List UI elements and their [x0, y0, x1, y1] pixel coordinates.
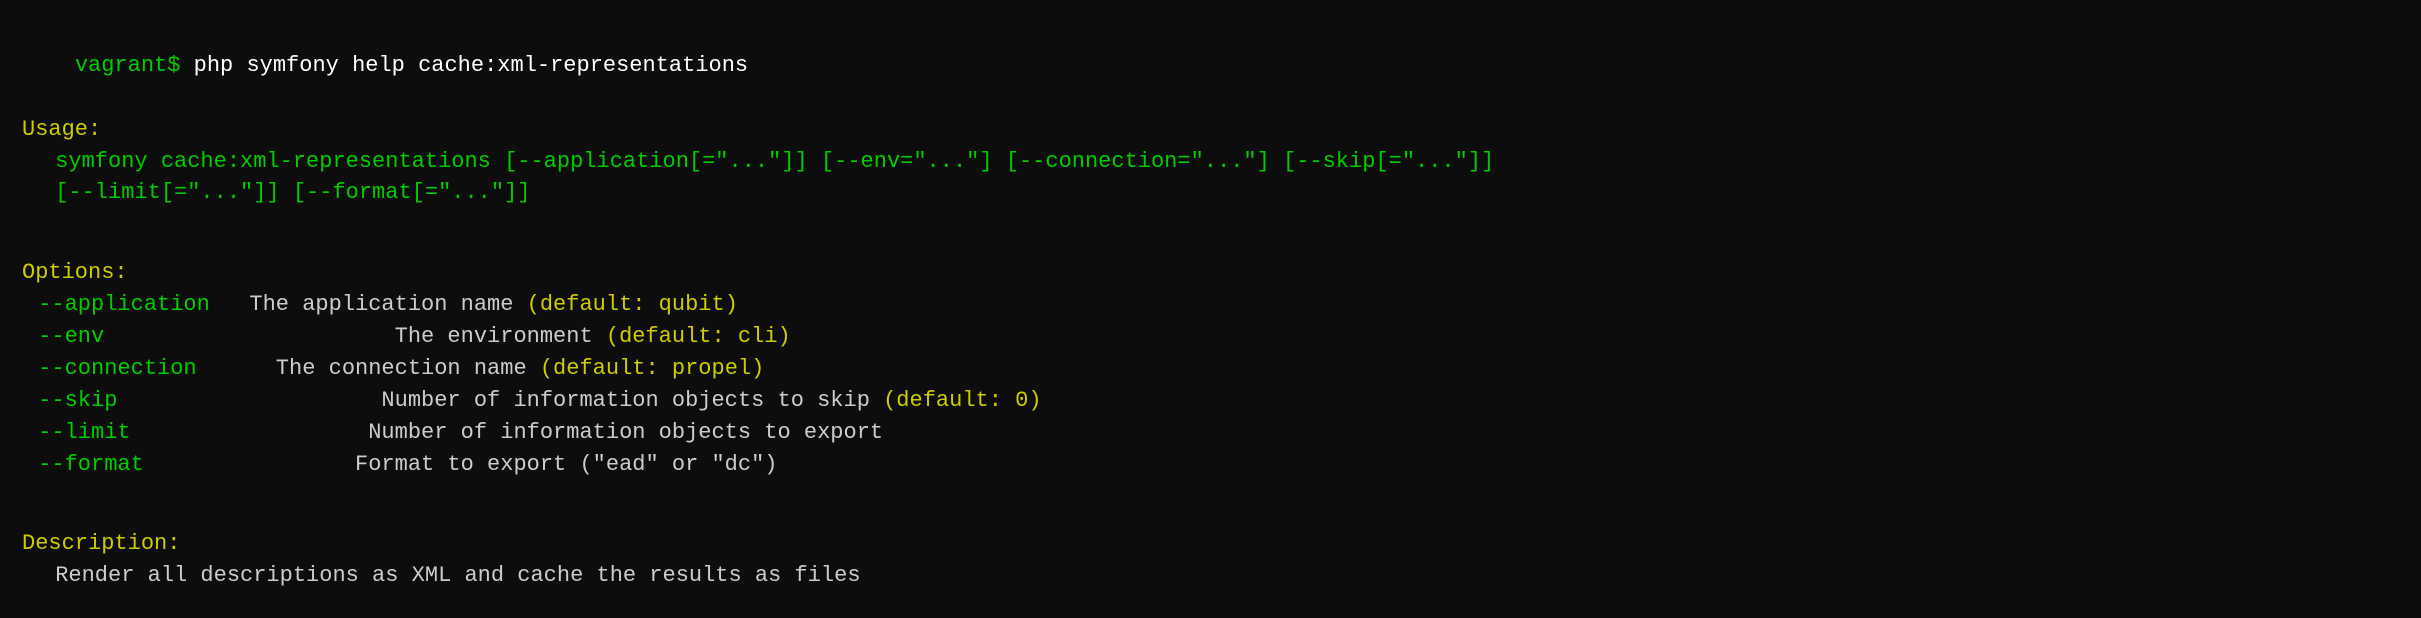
usage-section: Usage: symfony cache:xml-representations… — [22, 114, 2399, 210]
option-row: --connection The connection name (defaul… — [22, 353, 2399, 385]
description-section: Description: Render all descriptions as … — [22, 528, 2399, 592]
option-row: --env The environment (default: cli) — [22, 321, 2399, 353]
option-flag: --application — [23, 289, 223, 321]
prompt-text: vagrant$ — [75, 53, 181, 78]
option-desc: The connection name — [223, 353, 540, 385]
blank-line-2 — [22, 480, 2399, 512]
option-flag: --skip — [23, 385, 223, 417]
option-row: --skip Number of information objects to … — [22, 385, 2399, 417]
option-default: (default: propel) — [540, 353, 764, 385]
usage-label: Usage: — [22, 117, 101, 142]
blank-line-1 — [22, 209, 2399, 241]
option-row: --limit Number of information objects to… — [22, 417, 2399, 449]
description-text: Render all descriptions as XML and cache… — [22, 560, 2399, 592]
usage-line-1: symfony cache:xml-representations [--app… — [22, 146, 2399, 178]
option-row: --application The application name (defa… — [22, 289, 2399, 321]
option-row: --format Format to export ("ead" or "dc"… — [22, 449, 2399, 481]
option-desc: The environment — [223, 321, 606, 353]
option-flag: --env — [23, 321, 223, 353]
option-flag: --connection — [23, 353, 223, 385]
option-desc: The application name — [223, 289, 527, 321]
command-text: php symfony help cache:xml-representatio… — [180, 53, 748, 78]
terminal-window: vagrant$ php symfony help cache:xml-repr… — [22, 18, 2399, 592]
option-desc: Number of information objects to skip — [223, 385, 883, 417]
option-default: (default: cli) — [606, 321, 791, 353]
option-desc: Format to export ("ead" or "dc") — [223, 449, 778, 481]
options-label: Options: — [22, 257, 2399, 289]
usage-line-2: [--limit[="..."]] [--format[="..."]] — [22, 177, 2399, 209]
option-flag: --format — [23, 449, 223, 481]
options-list: --application The application name (defa… — [22, 289, 2399, 480]
option-default: (default: qubit) — [527, 289, 738, 321]
prompt-line: vagrant$ php symfony help cache:xml-repr… — [22, 18, 2399, 114]
option-flag: --limit — [23, 417, 223, 449]
option-default: (default: 0) — [883, 385, 1041, 417]
options-section: Options: --application The application n… — [22, 257, 2399, 480]
option-desc: Number of information objects to export — [223, 417, 883, 449]
description-label: Description: — [22, 528, 2399, 560]
